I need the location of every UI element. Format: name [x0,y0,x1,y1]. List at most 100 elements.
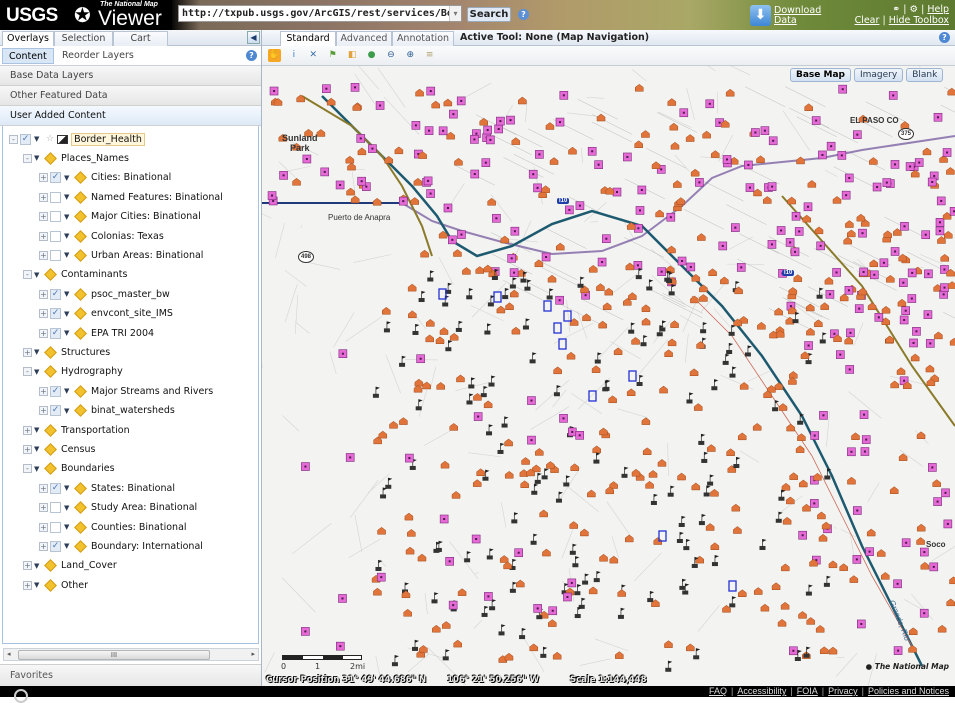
layer-label[interactable]: Boundary: International [91,541,203,552]
layer-options-arrow-icon[interactable]: ▼ [34,271,42,279]
zoom-in-icon[interactable]: ⊕ [404,49,417,62]
footer-link-policies-and-notices[interactable]: Policies and Notices [868,686,949,696]
layer-node[interactable]: +✓▼EPA TRI 2004 [39,324,154,342]
layer-label[interactable]: psoc_master_bw [91,289,170,300]
expand-node-icon[interactable]: + [39,387,48,396]
collapse-node-icon[interactable]: - [9,135,18,144]
layer-options-arrow-icon[interactable]: ▼ [34,368,42,376]
layer-options-arrow-icon[interactable]: ▼ [34,135,42,143]
footer-link-privacy[interactable]: Privacy [828,686,858,696]
layer-label[interactable]: Other [61,580,88,591]
layer-visibility-checkbox[interactable] [50,211,61,222]
footer-link-foia[interactable]: FOIA [797,686,818,696]
layer-node[interactable]: -✓▼☆Border_Health [9,130,145,148]
layer-label[interactable]: Urban Areas: Binational [91,250,203,261]
layer-options-arrow-icon[interactable]: ▼ [64,174,72,182]
layer-options-arrow-icon[interactable]: ▼ [34,562,42,570]
layer-node[interactable]: +▼Transportation [23,421,130,439]
layer-options-arrow-icon[interactable]: ▼ [64,310,72,318]
layer-node[interactable]: +✓▼ Major Streams and Rivers [39,382,213,400]
layer-label[interactable]: Major Streams and Rivers [91,386,213,397]
layer-options-arrow-icon[interactable]: ▼ [64,387,72,395]
zoom-out-icon[interactable]: ⊖ [384,49,397,62]
expand-node-icon[interactable]: + [39,309,48,318]
layer-options-arrow-icon[interactable]: ▼ [64,193,72,201]
layer-label[interactable]: Counties: Binational [91,522,187,533]
scrollbar-thumb[interactable]: III [18,650,210,660]
layer-node[interactable]: +▼ Other [23,576,88,594]
layer-node[interactable]: +▼Colonias: Texas [39,227,164,245]
tab-cart[interactable]: Cart [113,31,168,46]
scroll-left-arrow-icon[interactable]: ◂ [7,649,11,660]
layer-node[interactable]: +✓▼States: Binational [39,479,175,497]
footer-link-faq[interactable]: FAQ [709,686,727,696]
expand-node-icon[interactable]: + [39,523,48,532]
layer-options-arrow-icon[interactable]: ▼ [34,348,42,356]
link-chain-icon[interactable]: ⚭ [892,4,900,15]
layer-options-arrow-icon[interactable]: ▼ [64,542,72,550]
tab-overlays[interactable]: Overlays [2,31,54,46]
url-dropdown-button[interactable]: ▾ [449,6,461,21]
collapse-node-icon[interactable]: - [23,367,32,376]
layer-node[interactable]: + ▼ Major Cities: Binational [39,208,201,226]
expand-node-icon[interactable]: + [39,193,48,202]
search-help-icon[interactable]: ? [518,9,529,20]
layer-label[interactable]: Places_Names [61,153,129,164]
layer-options-arrow-icon[interactable]: ▼ [34,581,42,589]
layer-visibility-checkbox[interactable]: ✓ [50,483,61,494]
collapse-node-icon[interactable]: - [23,464,32,473]
layer-node[interactable]: -▼ Contaminants [23,266,127,284]
layer-visibility-checkbox[interactable]: ✓ [50,328,61,339]
layer-node[interactable]: +✓▼Cities: Binational [39,169,171,187]
layer-label[interactable]: Land_Cover [61,560,117,571]
layer-node[interactable]: +▼Named Features: Binational [39,188,223,206]
layer-visibility-checkbox[interactable]: ✓ [50,308,61,319]
expand-node-icon[interactable]: + [39,212,48,221]
tab-advanced[interactable]: Advanced [336,31,392,46]
expand-node-icon[interactable]: + [39,484,48,493]
expand-node-icon[interactable]: + [23,561,32,570]
basemap-blank-button[interactable]: Blank [906,68,943,82]
favorite-star-icon[interactable]: ☆ [46,134,54,144]
help-link[interactable]: Help [927,4,949,15]
layer-node[interactable]: +▼Counties: Binational [39,518,187,536]
service-url-input[interactable]: http://txpub.usgs.gov/ArcGIS/rest/servic… [178,5,462,22]
collapse-sidebar-button[interactable]: ◀ [247,31,260,44]
layer-visibility-checkbox[interactable] [50,192,61,203]
layer-options-arrow-icon[interactable]: ▼ [34,426,42,434]
expand-node-icon[interactable]: + [39,251,48,260]
layer-node[interactable]: -▼Places_Names [23,149,129,167]
layer-label[interactable]: Contaminants [61,269,127,280]
layer-options-arrow-icon[interactable]: ▼ [64,484,72,492]
layer-options-arrow-icon[interactable]: ▼ [34,465,42,473]
layer-node[interactable]: +▼Census [23,440,95,458]
layer-node[interactable]: +▼ Land_Cover [23,557,117,575]
xy-coordinate-icon[interactable]: ✕ [307,49,320,62]
section-other-featured-data[interactable]: Other Featured Data [0,86,261,106]
expand-node-icon[interactable]: + [23,445,32,454]
layer-label[interactable]: Cities: Binational [91,172,171,183]
layer-options-arrow-icon[interactable]: ▼ [64,213,72,221]
layer-label[interactable]: EPA TRI 2004 [91,328,154,339]
basemap-base-map-button[interactable]: Base Map [790,68,851,82]
layer-label[interactable]: Transportation [61,425,130,436]
expand-node-icon[interactable]: + [39,329,48,338]
layer-visibility-checkbox[interactable] [50,502,61,513]
layer-options-arrow-icon[interactable]: ▼ [34,154,42,162]
layer-label[interactable]: Structures [61,347,110,358]
layer-node[interactable]: +▼Urban Areas: Binational [39,246,203,264]
collapse-node-icon[interactable]: - [23,270,32,279]
bookmark-icon[interactable]: ◧ [346,49,359,62]
layer-visibility-checkbox[interactable]: ✓ [50,386,61,397]
search-button[interactable]: Search [467,7,511,22]
layer-label[interactable]: Study Area: Binational [91,502,197,513]
layer-label[interactable]: Major Cities: Binational [91,211,201,222]
basemap-imagery-button[interactable]: Imagery [854,68,903,82]
section-base-data-layers[interactable]: Base Data Layers [0,66,261,86]
layer-visibility-checkbox[interactable]: ✓ [20,134,31,145]
expand-node-icon[interactable]: + [23,581,32,590]
map-canvas[interactable]: Base Map Imagery Blank EL PASO CO Sunlan… [262,66,955,686]
expand-node-icon[interactable]: + [39,290,48,299]
download-data-link[interactable]: Download Data [774,6,821,26]
layer-options-arrow-icon[interactable]: ▼ [64,232,72,240]
